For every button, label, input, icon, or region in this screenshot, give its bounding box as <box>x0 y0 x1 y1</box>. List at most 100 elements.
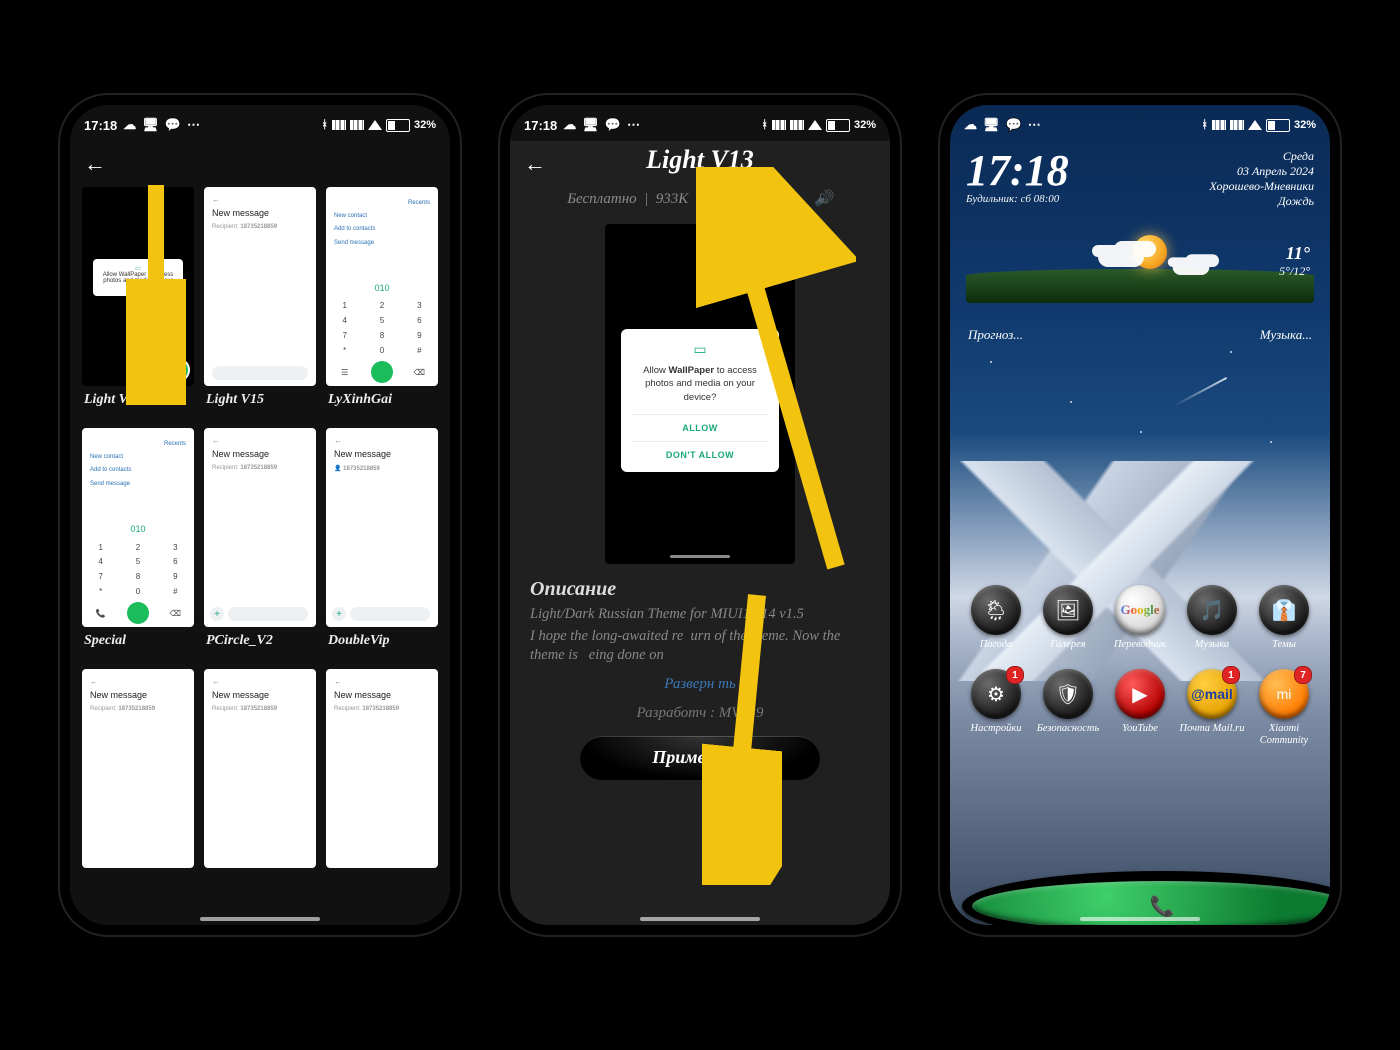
theme-title: Light V13 <box>510 141 890 185</box>
theme-card-extra-3[interactable]: ← New message Recipient: 18735218859 <box>326 669 438 868</box>
app-музыка[interactable]: 🎵Музыка <box>1178 585 1246 661</box>
theme-card-light-v15[interactable]: ← New message Recipient: 18735218859 Lig… <box>204 187 316 418</box>
more-icon: ⋯ <box>1028 117 1041 133</box>
battery-pct: 32% <box>854 119 876 131</box>
app-xiaomi-community[interactable]: mi7 Xiaomi Community <box>1250 669 1318 746</box>
theme-meta: Бесплатно | 933K | Диза MV… 🔊 <box>510 185 890 218</box>
cloud-icon <box>1098 247 1144 267</box>
chat-icon: 💬 <box>1006 117 1022 133</box>
temp-range: 5°/12° <box>1279 264 1310 279</box>
app-icon: mi7 <box>1259 669 1309 719</box>
theme-card-pcircle-v2[interactable]: ← New message Recipient: 18735218859 + P… <box>204 428 316 659</box>
cloud-icon <box>1172 259 1209 275</box>
signal-1-icon <box>332 120 346 130</box>
forecast-link[interactable]: Прогноз... <box>968 327 1023 343</box>
signal-1-icon <box>772 120 786 130</box>
theme-card-extra-2[interactable]: ← New message Recipient: 18735218859 <box>204 669 316 868</box>
signal-2-icon <box>1230 120 1244 130</box>
app-label: Галерея <box>1050 639 1085 661</box>
app-icon-grid: 🌦Погода 🖼 Галерея GoogleПереводчик🎵Музыка👔Т… <box>962 585 1318 746</box>
music-link[interactable]: Музыка... <box>1260 327 1312 343</box>
dock: 📞💬1O2📷✆➤ <box>962 849 1318 913</box>
app-icon: 🎵 <box>1187 585 1237 635</box>
home-indicator[interactable] <box>1080 917 1200 921</box>
cloud-icon: ☁ <box>964 117 977 133</box>
battery-pct: 32% <box>414 119 436 131</box>
theme-card-lyxinhgai[interactable]: Recents New contact Add to contacts Send… <box>326 187 438 418</box>
wifi-icon <box>808 120 822 130</box>
screen-2: 17:18 ☁ 🖥 💬 ⋯ ᚼ 32% ← <box>510 105 890 925</box>
dialog-text: Allow WallPaper to access photos and med… <box>631 364 769 404</box>
notification-badge: 1 <box>1006 666 1024 684</box>
app-icon: 🛡 <box>1043 669 1093 719</box>
status-bar: ☁ 🖥 💬 ⋯ ᚼ 32% <box>950 105 1330 141</box>
theme-card-doublevip[interactable]: ← New message 👤 18735218859 + DoubleVip <box>326 428 438 659</box>
wifi-icon <box>1248 120 1262 130</box>
theme-card-light-v13[interactable]: ▭ Allow WallPaper to access photos and m… <box>82 187 194 418</box>
expand-link[interactable]: Разверн ть <box>510 668 890 699</box>
date-text: 03 Апрель 2024 <box>1209 164 1314 179</box>
battery-icon <box>1266 119 1290 132</box>
app-icon: Google <box>1115 585 1165 635</box>
developed-by: Разработч : MVA39 <box>510 699 890 736</box>
app-погода[interactable]: 🌦Погода <box>962 585 1030 661</box>
app-label: Темы <box>1272 639 1296 661</box>
back-button[interactable]: ← <box>524 151 546 177</box>
app-icon: @mail1 <box>1187 669 1237 719</box>
app-icon: 🖼 <box>1043 585 1093 635</box>
app-label: Настройки <box>971 723 1022 745</box>
selected-check-icon: ✓ <box>166 358 190 382</box>
screen-1: 17:18 ☁ 🖥 💬 ⋯ ᚼ 32% ← <box>70 105 450 925</box>
phone-2-theme-detail: 17:18 ☁ 🖥 💬 ⋯ ᚼ 32% ← <box>500 95 900 935</box>
clock-weather-widget[interactable]: 17:18 Будильник: сб 08:00 Среда 03 Апрел… <box>966 149 1314 209</box>
home-indicator[interactable] <box>200 917 320 921</box>
app-label: Xiaomi Community <box>1250 723 1318 746</box>
status-time: 17:18 <box>524 118 557 133</box>
phone-3-home: ☁ 🖥 💬 ⋯ ᚼ 32% <box>940 95 1340 935</box>
apply-button[interactable]: Применить <box>580 736 820 780</box>
theme-name: PCircle_V2 <box>204 627 316 659</box>
chat-icon: 💬 <box>605 117 621 133</box>
dialog-allow-button[interactable]: ALLOW <box>631 414 769 441</box>
temp-now: 11° <box>1279 243 1310 264</box>
signal-1-icon <box>1212 120 1226 130</box>
app-безопасность[interactable]: 🛡Безопасность <box>1034 669 1102 746</box>
theme-name: Light V15 <box>204 386 316 418</box>
mini-dialog-text: Allow WallPaper to access photos and med… <box>99 272 177 290</box>
screen-icon: 🖥 <box>983 117 1000 133</box>
status-bar: 17:18 ☁ 🖥 💬 ⋯ ᚼ 32% <box>510 105 890 141</box>
bluetooth-icon: ᚼ <box>761 119 768 131</box>
alarm-text: Будильник: сб 08:00 <box>966 193 1069 205</box>
app-галерея[interactable]: 🖼 Галерея <box>1034 585 1102 661</box>
app-почта-mail-ru[interactable]: @mail1Почта Mail.ru <box>1178 669 1246 746</box>
app-темы[interactable]: 👔Темы <box>1250 585 1318 661</box>
battery-icon <box>386 119 410 132</box>
notification-badge: 7 <box>1294 666 1312 684</box>
cloud-icon: ☁ <box>563 117 576 133</box>
day-text: Среда <box>1209 149 1314 164</box>
screen-3: ☁ 🖥 💬 ⋯ ᚼ 32% <box>950 105 1330 925</box>
theme-card-special[interactable]: Recents New contact Add to contacts Send… <box>82 428 194 659</box>
screen-icon: 🖥 <box>582 117 599 133</box>
app-youtube[interactable]: ▶ YouTube <box>1106 669 1174 746</box>
app-настройки[interactable]: ⚙1 Настройки <box>962 669 1030 746</box>
app-переводчик[interactable]: GoogleПереводчик <box>1106 585 1174 661</box>
phone-1-theme-grid: 17:18 ☁ 🖥 💬 ⋯ ᚼ 32% ← <box>60 95 460 935</box>
theme-preview[interactable]: ▭ Allow WallPaper to access photos and m… <box>605 224 795 564</box>
app-icon: ▶ <box>1115 669 1165 719</box>
theme-card-extra-1[interactable]: ← New message Recipient: 18735218859 <box>82 669 194 868</box>
weather-landscape-widget[interactable]: 11° 5°/12° <box>966 241 1314 321</box>
battery-icon <box>826 119 850 132</box>
signal-2-icon <box>350 120 364 130</box>
back-button[interactable]: ← <box>84 151 106 177</box>
home-indicator[interactable] <box>640 917 760 921</box>
app-label: YouTube <box>1122 723 1158 745</box>
permission-dialog: ▭ Allow WallPaper to access photos and m… <box>621 329 779 472</box>
wifi-icon <box>368 120 382 130</box>
condition-text: Дождь <box>1209 194 1314 209</box>
status-time: 17:18 <box>84 118 117 133</box>
battery-pct: 32% <box>1294 119 1316 131</box>
app-icon: ⚙1 <box>971 669 1021 719</box>
clock-time: 17:18 <box>966 149 1069 193</box>
dialog-deny-button[interactable]: DON'T ALLOW <box>631 441 769 468</box>
